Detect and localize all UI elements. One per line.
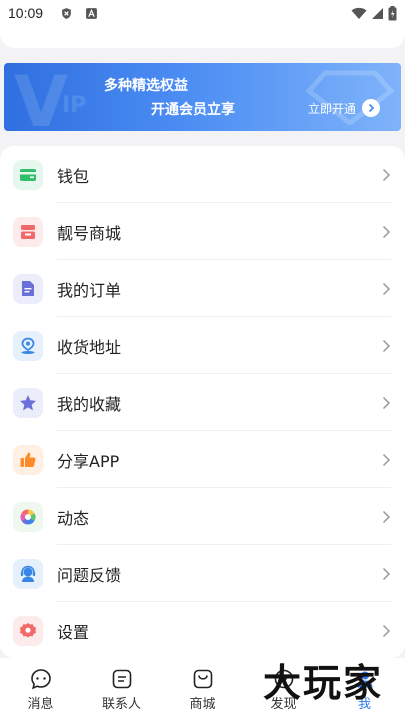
tab-shop[interactable]: 商城 <box>162 658 243 720</box>
chevron-right-icon <box>382 225 391 238</box>
arrow-right-circle-icon <box>362 99 381 117</box>
menu-item-label: 分享APP <box>57 451 120 471</box>
menu-card: 钱包 靓号商城 我的订单 收货地址 我的收藏 分享APP 动态 问题反馈 设置 <box>0 146 405 658</box>
vip-title: 多种精选权益 <box>104 78 188 94</box>
profile-card-bottom <box>0 28 405 48</box>
moments-icon <box>13 501 43 532</box>
tab-label: 联系人 <box>101 697 141 712</box>
chevron-right-icon <box>382 453 391 466</box>
vip-open-label: 立即开通 <box>308 101 357 116</box>
contacts-icon <box>112 669 131 689</box>
store-icon <box>13 216 43 247</box>
vip-watermark-letter: V <box>14 63 69 131</box>
shop-bag-icon <box>193 669 212 689</box>
watermark-text: 大玩家 <box>263 661 384 705</box>
menu-item-label: 钱包 <box>57 166 90 186</box>
tab-contacts[interactable]: 联系人 <box>81 658 162 720</box>
feedback-icon <box>13 558 43 589</box>
vip-banner[interactable]: V IP 多种精选权益 开通会员立享 立即开通 <box>4 63 401 131</box>
chevron-right-icon <box>382 396 391 409</box>
menu-item-label: 我的订单 <box>57 280 122 300</box>
status-right-icons <box>351 6 397 21</box>
wallet-icon <box>13 159 43 190</box>
menu-item-settings[interactable]: 设置 <box>0 602 405 659</box>
chevron-right-icon <box>382 510 391 523</box>
menu-item-address[interactable]: 收货地址 <box>0 317 405 374</box>
menu-item-share[interactable]: 分享APP <box>0 431 405 488</box>
status-bar: 10:09 <box>0 0 405 28</box>
location-icon <box>13 330 43 361</box>
star-icon <box>13 387 43 418</box>
menu-item-label: 靓号商城 <box>57 223 122 243</box>
menu-item-moments[interactable]: 动态 <box>0 488 405 545</box>
chevron-right-icon <box>382 282 391 295</box>
tab-label: 商城 <box>189 697 216 712</box>
thumbs-up-icon <box>13 444 43 475</box>
chevron-right-icon <box>382 339 391 352</box>
order-icon <box>13 273 43 304</box>
status-time: 10:09 <box>8 5 44 21</box>
app-a-icon <box>86 8 97 19</box>
wifi-icon <box>351 7 367 19</box>
menu-item-wallet[interactable]: 钱包 <box>0 146 405 203</box>
vip-subtitle: 开通会员立享 <box>151 102 235 118</box>
menu-item-label: 问题反馈 <box>57 565 122 585</box>
menu-item-store[interactable]: 靓号商城 <box>0 203 405 260</box>
chevron-right-icon <box>382 168 391 181</box>
message-icon <box>30 669 51 690</box>
menu-item-label: 收货地址 <box>57 337 122 357</box>
vip-watermark-small: IP <box>62 93 87 118</box>
menu-item-label: 动态 <box>57 508 90 528</box>
chevron-right-icon <box>382 624 391 637</box>
chevron-right-icon <box>382 567 391 580</box>
menu-item-feedback[interactable]: 问题反馈 <box>0 545 405 602</box>
settings-icon <box>13 615 43 646</box>
menu-item-favorites[interactable]: 我的收藏 <box>0 374 405 431</box>
menu-item-orders[interactable]: 我的订单 <box>0 260 405 317</box>
tab-label: 消息 <box>27 697 54 712</box>
battery-icon <box>388 6 397 21</box>
menu-item-label: 我的收藏 <box>57 394 122 414</box>
signal-icon <box>372 8 383 19</box>
vip-open-button[interactable]: 立即开通 <box>308 99 381 117</box>
shield-icon <box>62 8 71 19</box>
tab-messages[interactable]: 消息 <box>0 658 81 720</box>
menu-item-label: 设置 <box>57 622 90 642</box>
